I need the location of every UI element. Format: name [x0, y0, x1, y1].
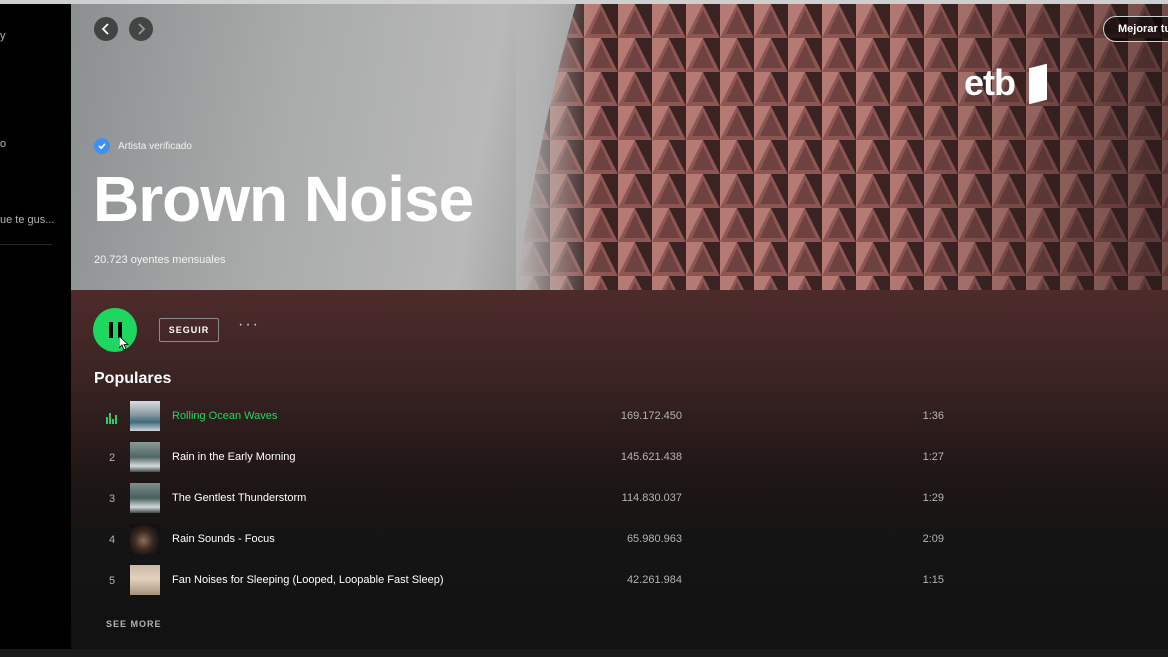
track-plays: 114.830.037 — [621, 492, 682, 504]
track-title[interactable]: Rolling Ocean Waves — [172, 410, 277, 422]
see-more-button[interactable]: SEE MORE — [106, 619, 162, 629]
artist-header: Mejorar tu etb Artista verificado Brown … — [71, 4, 1168, 290]
track-thumbnail — [130, 524, 160, 554]
chevron-right-icon — [138, 23, 146, 35]
verified-badge-icon — [94, 138, 110, 154]
sidebar-item[interactable]: o — [0, 138, 6, 150]
main-view: Mejorar tu etb Artista verificado Brown … — [71, 4, 1168, 649]
verified-label: Artista verificado — [118, 140, 192, 152]
track-duration: 1:27 — [922, 451, 944, 463]
track-number: 3 — [108, 493, 116, 505]
window-bottom-edge — [0, 649, 1168, 657]
track-duration: 1:15 — [922, 574, 944, 586]
more-options-button[interactable]: ··· — [238, 316, 260, 334]
track-thumbnail — [130, 401, 160, 431]
track-plays: 65.980.963 — [626, 533, 682, 545]
follow-button[interactable]: SEGUIR — [159, 318, 219, 342]
sidebar-item-liked-songs[interactable]: ue te gus... — [0, 214, 54, 226]
track-row[interactable]: Rolling Ocean Waves 169.172.450 1:36 — [94, 400, 954, 436]
mouse-cursor-icon — [119, 336, 129, 351]
artist-content: SEGUIR ··· Populares Rolling Ocean Waves… — [71, 290, 1168, 649]
track-duration: 2:09 — [922, 533, 944, 545]
back-button[interactable] — [94, 17, 118, 41]
chevron-left-icon — [101, 23, 109, 35]
track-plays: 145.621.438 — [620, 451, 682, 463]
track-thumbnail — [130, 483, 160, 513]
channel-logo: etb — [964, 62, 1016, 103]
popular-heading: Populares — [94, 370, 172, 387]
track-title[interactable]: Rain Sounds - Focus — [172, 533, 275, 545]
track-number: 2 — [108, 452, 116, 464]
track-row[interactable]: 5 Fan Noises for Sleeping (Looped, Loopa… — [94, 564, 954, 600]
monthly-listeners: 20.723 oyentes mensuales — [94, 254, 226, 266]
track-title[interactable]: Rain in the Early Morning — [172, 451, 296, 463]
track-plays: 42.261.984 — [626, 574, 682, 586]
playing-equalizer-icon — [106, 412, 117, 424]
track-duration: 1:29 — [922, 492, 944, 504]
track-title[interactable]: The Gentlest Thunderstorm — [172, 492, 306, 504]
artist-name: Brown Noise — [93, 163, 474, 235]
track-number: 5 — [108, 575, 116, 587]
channel-logo-mark — [1029, 63, 1047, 105]
pause-button[interactable] — [93, 308, 137, 352]
track-row[interactable]: 2 Rain in the Early Morning 145.621.438 … — [94, 441, 954, 477]
verified-artist: Artista verificado — [94, 138, 192, 154]
track-thumbnail — [130, 565, 160, 595]
track-title[interactable]: Fan Noises for Sleeping (Looped, Loopabl… — [172, 574, 444, 586]
pause-icon — [108, 322, 113, 338]
track-row[interactable]: 4 Rain Sounds - Focus 65.980.963 2:09 — [94, 523, 954, 559]
track-plays: 169.172.450 — [620, 410, 682, 422]
header-image — [516, 4, 1168, 290]
sidebar: y o ue te gus... — [0, 4, 71, 649]
track-duration: 1:36 — [922, 410, 944, 422]
track-number: 4 — [108, 534, 116, 546]
forward-button[interactable] — [129, 17, 153, 41]
sidebar-item[interactable]: y — [0, 30, 6, 42]
track-thumbnail — [130, 442, 160, 472]
track-row[interactable]: 3 The Gentlest Thunderstorm 114.830.037 … — [94, 482, 954, 518]
sidebar-divider — [0, 244, 52, 245]
upgrade-button[interactable]: Mejorar tu — [1103, 16, 1168, 42]
